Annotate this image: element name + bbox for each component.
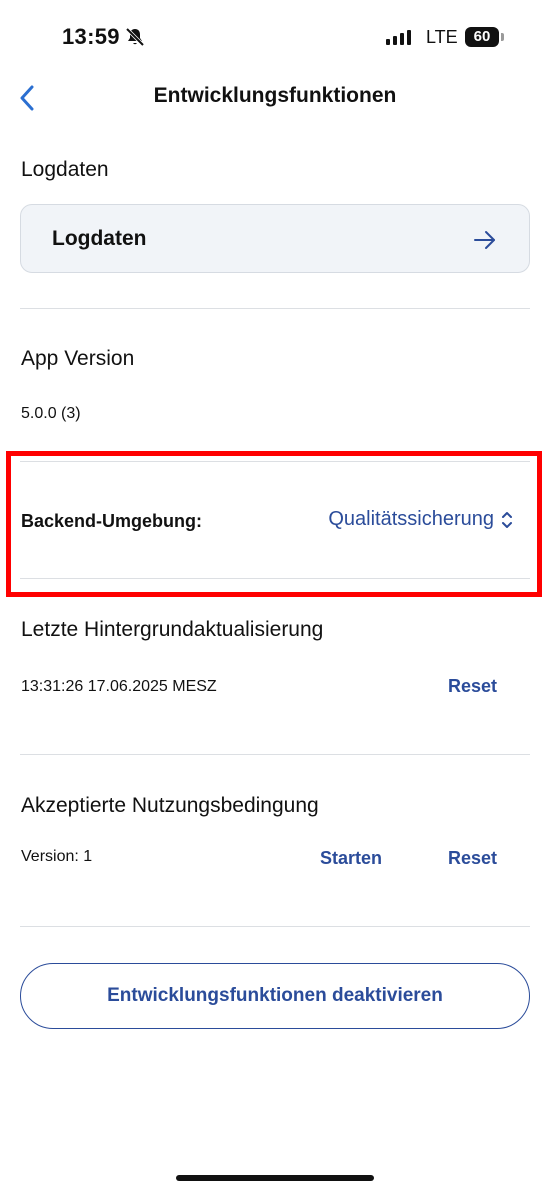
arrow-right-icon — [474, 231, 495, 249]
divider — [20, 754, 530, 755]
status-time: 13:59 — [62, 24, 120, 49]
terms-heading: Akzeptierte Nutzungsbedingung — [21, 794, 319, 817]
terms-start-button[interactable]: Starten — [320, 848, 382, 869]
deactivate-dev-features-label: Entwicklungsfunktionen deaktivieren — [107, 985, 443, 1006]
background-update-reset-button[interactable]: Reset — [448, 676, 497, 697]
navigation-bar: Entwicklungsfunktionen — [0, 76, 550, 120]
logdaten-button-label: Logdaten — [52, 227, 147, 250]
signal-strength-icon — [386, 29, 411, 45]
bell-slash-icon — [124, 26, 146, 48]
app-version-value: 5.0.0 (3) — [21, 405, 81, 422]
logdaten-button[interactable]: Logdaten — [20, 204, 530, 273]
background-update-timestamp: 13:31:26 17.06.2025 MESZ — [21, 678, 217, 695]
divider — [20, 308, 530, 309]
background-update-heading: Letzte Hintergrundaktualisierung — [21, 618, 324, 641]
battery-icon: 60 — [465, 27, 504, 47]
deactivate-dev-features-button[interactable]: Entwicklungsfunktionen deaktivieren — [20, 963, 530, 1029]
app-version-heading: App Version — [21, 347, 135, 370]
terms-version: Version: 1 — [21, 848, 93, 865]
divider — [20, 926, 530, 927]
terms-reset-button[interactable]: Reset — [448, 848, 497, 869]
page-title: Entwicklungsfunktionen — [153, 84, 397, 107]
status-bar: 13:59 LTE 60 — [0, 0, 550, 76]
home-indicator — [176, 1175, 374, 1181]
highlight-box — [6, 451, 542, 597]
logdaten-heading: Logdaten — [21, 158, 109, 181]
network-type: LTE — [426, 27, 458, 47]
